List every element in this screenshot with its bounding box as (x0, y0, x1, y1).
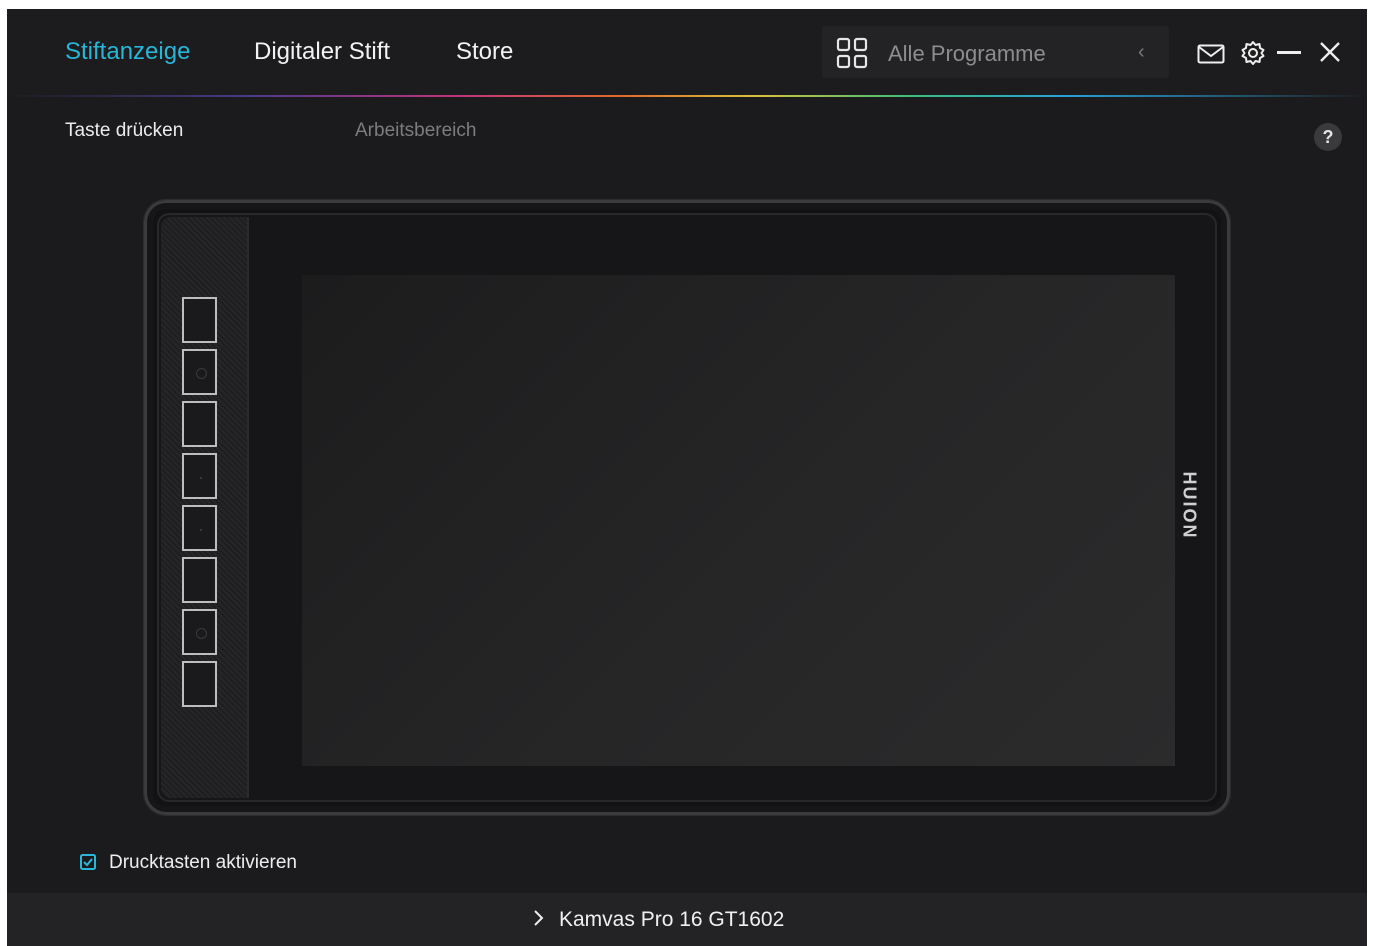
gear-icon[interactable] (1240, 40, 1266, 66)
chevron-left-icon[interactable]: ‹ (1138, 41, 1145, 64)
mail-icon[interactable] (1197, 44, 1225, 64)
chevron-right-icon (534, 910, 544, 926)
program-selector-label: Alle Programme (888, 41, 1046, 66)
program-selector[interactable]: Alle Programme ‹ (822, 26, 1169, 78)
tablet-screen (302, 275, 1175, 766)
enable-keys-label: Drucktasten aktivieren (109, 852, 297, 873)
close-icon[interactable] (1319, 41, 1341, 63)
key-dot-icon (200, 477, 202, 479)
help-button[interactable]: ? (1314, 123, 1342, 151)
express-keys (182, 297, 220, 711)
key-dot-icon (200, 529, 202, 531)
checkbox-checked-icon[interactable] (80, 854, 96, 870)
express-key-8[interactable] (182, 661, 217, 707)
tablet-illustration (144, 200, 1230, 815)
key-bump-icon (196, 368, 207, 379)
tab-stiftanzeige[interactable]: Stiftanzeige (65, 38, 190, 66)
accent-divider (7, 95, 1367, 97)
express-key-7[interactable] (182, 609, 217, 655)
app-window: Stiftanzeige Digitaler Stift Store Alle … (7, 9, 1367, 946)
brand-logo: HUION (1174, 469, 1204, 549)
express-key-1[interactable] (182, 297, 217, 343)
express-key-6[interactable] (182, 557, 217, 603)
subtab-arbeitsbereich[interactable]: Arbeitsbereich (355, 120, 476, 142)
key-bump-icon (196, 628, 207, 639)
minimize-icon[interactable] (1277, 51, 1301, 55)
device-name: Kamvas Pro 16 GT1602 (559, 908, 785, 931)
tab-digitaler-stift[interactable]: Digitaler Stift (254, 38, 390, 66)
tab-store[interactable]: Store (456, 38, 513, 66)
subtab-taste-druecken[interactable]: Taste drücken (65, 120, 183, 142)
express-key-5[interactable] (182, 505, 217, 551)
express-key-2[interactable] (182, 349, 217, 395)
tablet-bezel (157, 213, 1217, 802)
express-key-3[interactable] (182, 401, 217, 447)
device-footer: Kamvas Pro 16 GT1602 (7, 893, 1367, 946)
brand-logo-text: HUION (1179, 471, 1200, 540)
grid-icon (836, 37, 868, 69)
top-nav-bar: Stiftanzeige Digitaler Stift Store Alle … (7, 9, 1367, 97)
express-key-4[interactable] (182, 453, 217, 499)
